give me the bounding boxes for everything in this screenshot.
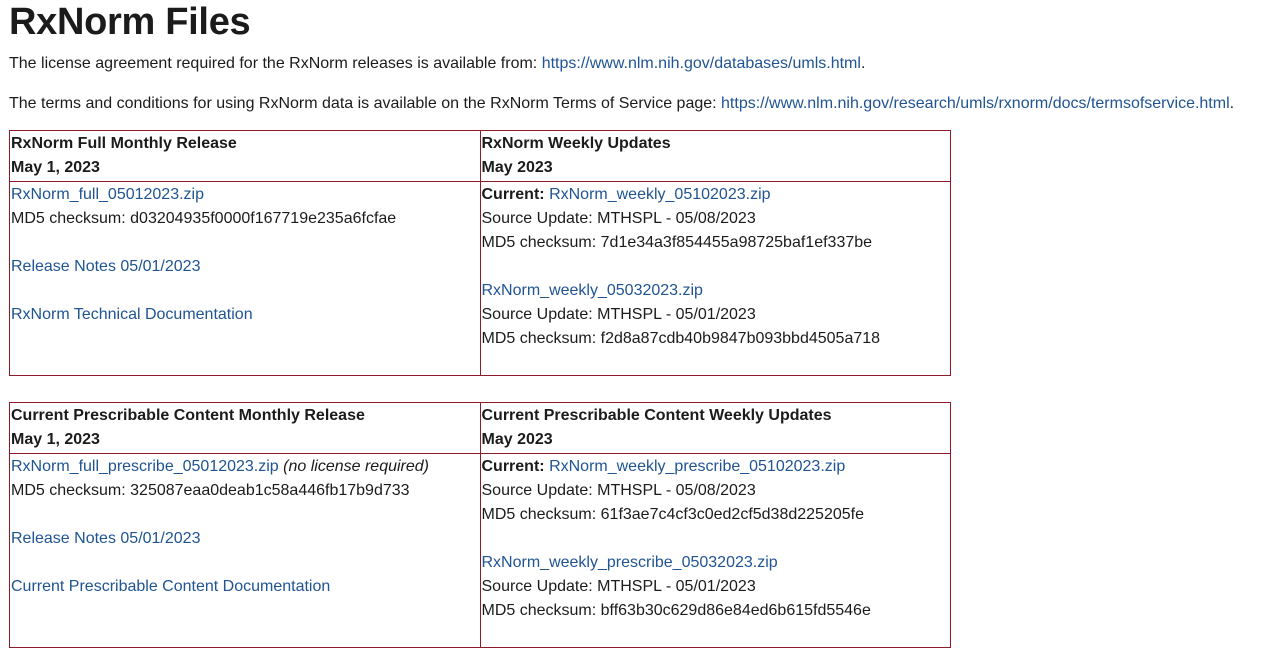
weekly-updates-header: RxNorm Weekly Updates May 2023: [479, 130, 951, 182]
full-release-download-link[interactable]: RxNorm_full_05012023.zip: [11, 186, 204, 203]
weekly-previous-checksum: MD5 checksum: f2d8a87cdb40b9847b093bbd45…: [481, 330, 881, 347]
cpc-weekly-title: Current Prescribable Content Weekly Upda…: [481, 407, 832, 424]
cpc-current-label: Current:: [481, 458, 545, 475]
terms-paragraph: The terms and conditions for using RxNor…: [9, 92, 1285, 116]
table-row: RxNorm_full_05012023.zip MD5 checksum: d…: [9, 181, 951, 376]
weekly-updates-date: May 2023: [481, 159, 553, 176]
cpc-weekly-header: Current Prescribable Content Weekly Upda…: [479, 402, 951, 454]
cpc-weekly-date: May 2023: [481, 431, 553, 448]
full-monthly-header: RxNorm Full Monthly Release May 1, 2023: [9, 130, 481, 182]
cpc-weekly-cell: Current: RxNorm_weekly_prescribe_0510202…: [479, 453, 951, 648]
cpc-documentation-link[interactable]: Current Prescribable Content Documentati…: [11, 578, 330, 595]
weekly-current-download-link[interactable]: RxNorm_weekly_05102023.zip: [549, 186, 770, 203]
license-end: .: [860, 55, 866, 72]
table-row: RxNorm_full_prescribe_05012023.zip (no l…: [9, 453, 951, 648]
full-monthly-date: May 1, 2023: [11, 159, 100, 176]
license-paragraph: The license agreement required for the R…: [9, 52, 1285, 76]
technical-documentation-link[interactable]: RxNorm Technical Documentation: [11, 306, 253, 323]
table-header-row: Current Prescribable Content Monthly Rel…: [9, 402, 951, 454]
cpc-weekly-current-checksum: MD5 checksum: 61f3ae7c4cf3c0ed2cf5d38d22…: [481, 506, 864, 523]
weekly-updates-title: RxNorm Weekly Updates: [481, 135, 671, 152]
cpc-monthly-title: Current Prescribable Content Monthly Rel…: [11, 407, 365, 424]
weekly-previous-download-link[interactable]: RxNorm_weekly_05032023.zip: [482, 282, 703, 299]
prescribable-content-table: Current Prescribable Content Monthly Rel…: [9, 402, 951, 648]
no-license-note: (no license required): [283, 458, 430, 475]
terms-link[interactable]: https://www.nlm.nih.gov/research/umls/rx…: [721, 95, 1230, 112]
cpc-monthly-header: Current Prescribable Content Monthly Rel…: [9, 402, 481, 454]
current-label: Current:: [481, 186, 545, 203]
terms-text: The terms and conditions for using RxNor…: [9, 95, 722, 112]
cpc-weekly-previous-source: Source Update: MTHSPL - 05/01/2023: [481, 578, 756, 595]
terms-end: .: [1229, 95, 1235, 112]
cpc-monthly-cell: RxNorm_full_prescribe_05012023.zip (no l…: [9, 453, 481, 648]
cpc-release-notes-link[interactable]: Release Notes 05/01/2023: [11, 530, 200, 547]
license-link[interactable]: https://www.nlm.nih.gov/databases/umls.h…: [542, 55, 861, 72]
license-text: The license agreement required for the R…: [9, 55, 542, 72]
weekly-current-source: Source Update: MTHSPL - 05/08/2023: [481, 210, 756, 227]
rxnorm-release-table: RxNorm Full Monthly Release May 1, 2023 …: [9, 130, 951, 376]
release-notes-link[interactable]: Release Notes 05/01/2023: [11, 258, 200, 275]
full-monthly-title: RxNorm Full Monthly Release: [11, 135, 237, 152]
weekly-current-checksum: MD5 checksum: 7d1e34a3f854455a98725baf1e…: [481, 234, 873, 251]
full-monthly-cell: RxNorm_full_05012023.zip MD5 checksum: d…: [9, 181, 481, 376]
cpc-full-checksum: MD5 checksum: 325087eaa0deab1c58a446fb17…: [11, 482, 410, 499]
cpc-monthly-date: May 1, 2023: [11, 431, 100, 448]
table-header-row: RxNorm Full Monthly Release May 1, 2023 …: [9, 130, 951, 182]
cpc-weekly-current-download-link[interactable]: RxNorm_weekly_prescribe_05102023.zip: [549, 458, 845, 475]
weekly-previous-source: Source Update: MTHSPL - 05/01/2023: [481, 306, 756, 323]
cpc-weekly-current-source: Source Update: MTHSPL - 05/08/2023: [481, 482, 756, 499]
cpc-full-download-link[interactable]: RxNorm_full_prescribe_05012023.zip: [11, 458, 279, 475]
page-content: RxNorm Files The license agreement requi…: [0, 0, 1285, 648]
cpc-weekly-previous-download-link[interactable]: RxNorm_weekly_prescribe_05032023.zip: [482, 554, 778, 571]
page-title: RxNorm Files: [9, 1, 251, 43]
weekly-updates-cell: Current: RxNorm_weekly_05102023.zip Sour…: [479, 181, 951, 376]
cpc-weekly-previous-checksum: MD5 checksum: bff63b30c629d86e84ed6b615f…: [481, 602, 871, 619]
full-release-checksum: MD5 checksum: d03204935f0000f167719e235a…: [11, 210, 397, 227]
